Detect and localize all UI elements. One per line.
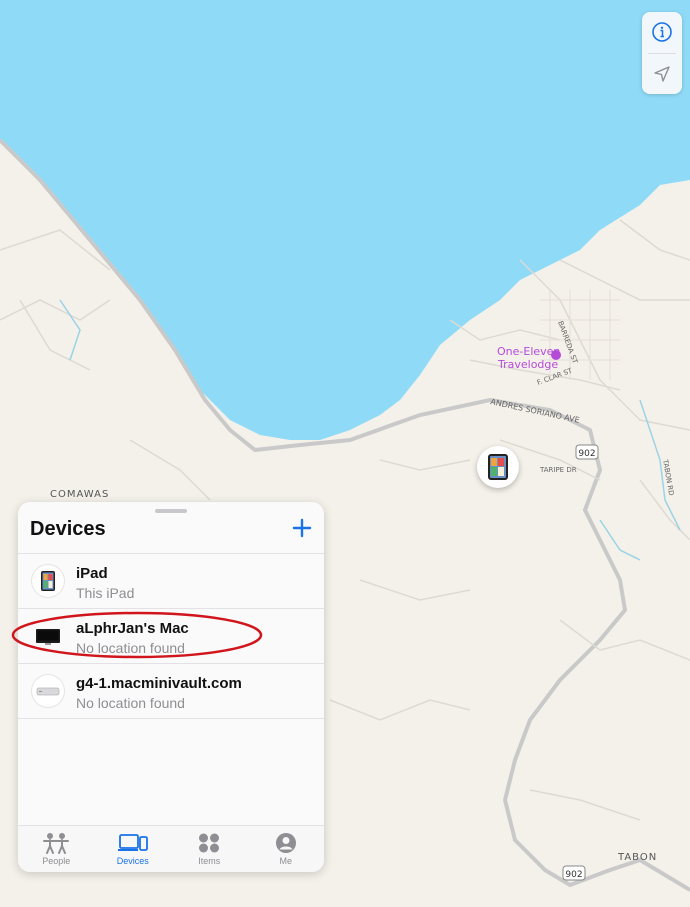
route-902-shield-label-2: 902 (565, 870, 582, 880)
panel-title: Devices (30, 518, 106, 540)
hotel-label-line1: One-Eleven (497, 345, 560, 358)
tab-label: People (42, 856, 71, 866)
device-row-mac-mini[interactable]: g4-1.macminivault.com No location found (18, 663, 324, 719)
people-icon (43, 833, 70, 854)
device-thumb (32, 620, 64, 652)
device-row-mac[interactable]: aLphrJan's Mac No location found (18, 608, 324, 663)
location-arrow-icon (654, 66, 670, 82)
ipad-icon (41, 571, 55, 591)
device-thumb (32, 565, 64, 597)
imac-icon (36, 629, 60, 645)
place-label-tabon: TABON (617, 852, 657, 863)
device-name: iPad (76, 565, 108, 582)
add-device-button[interactable] (290, 516, 314, 540)
tab-label: Me (279, 856, 292, 866)
device-status: This iPad (76, 585, 135, 601)
me-icon (275, 833, 296, 853)
items-icon (199, 833, 220, 853)
tab-items[interactable]: Items (171, 826, 248, 872)
tab-label: Items (198, 856, 221, 866)
street-label-taripe: TARIPE DR (539, 466, 577, 474)
devices-list: iPad This iPad aLphrJan's Mac No locatio… (18, 553, 324, 719)
devices-icon (117, 834, 148, 851)
ipad-map-pin[interactable] (477, 446, 519, 488)
hotel-label-line2: Travelodge (497, 358, 558, 371)
tab-label: Devices (116, 856, 149, 866)
device-status: No location found (76, 695, 185, 711)
place-label-comawas: COMAWAS (50, 489, 109, 500)
device-row-ipad[interactable]: iPad This iPad (18, 553, 324, 608)
tab-bar: People Devices Items Me (18, 825, 324, 872)
device-name: aLphrJan's Mac (76, 620, 189, 637)
tab-devices[interactable]: Devices (95, 826, 172, 872)
tab-me[interactable]: Me (248, 826, 325, 872)
info-circle-icon (652, 22, 672, 43)
panel-grabber[interactable] (155, 509, 187, 513)
device-name: g4-1.macminivault.com (76, 675, 242, 692)
map-controls (642, 12, 682, 94)
plus-icon (292, 518, 312, 538)
device-thumb (32, 675, 64, 707)
tab-people[interactable]: People (18, 826, 95, 872)
ipad-icon (488, 454, 508, 480)
device-status: No location found (76, 640, 185, 656)
current-location-button[interactable] (642, 54, 682, 95)
map-info-button[interactable] (642, 12, 682, 53)
mac-mini-icon (36, 687, 60, 696)
route-902-shield-label: 902 (578, 449, 595, 459)
devices-panel: Devices iPad This iPad aLphrJan's Mac No… (18, 502, 324, 872)
